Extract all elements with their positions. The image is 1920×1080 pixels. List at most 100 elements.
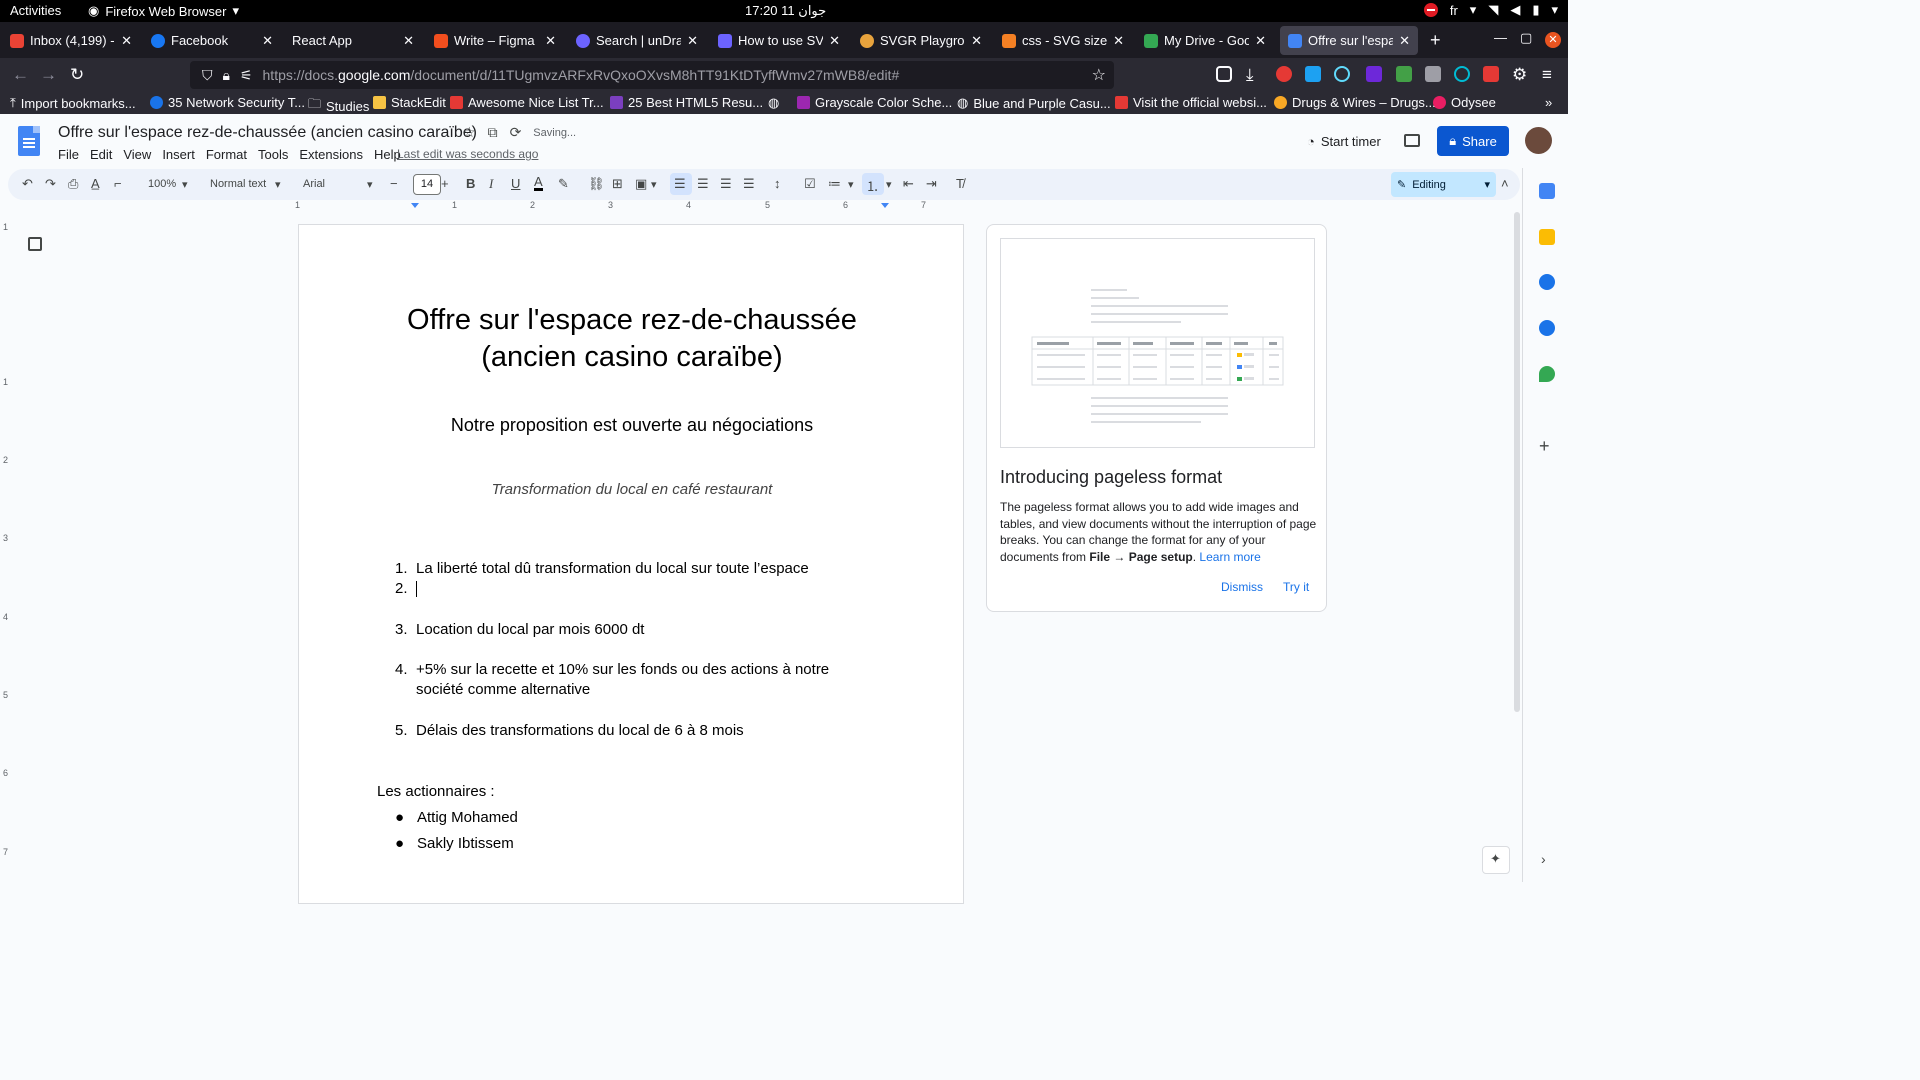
browser-tab[interactable]: React App ✕	[284, 26, 422, 55]
increase-font-size-button[interactable]: +	[441, 176, 449, 191]
bookmark-item[interactable]: ◍	[768, 95, 779, 111]
decrease-indent-icon[interactable]: ⇤	[903, 176, 914, 192]
browser-tab[interactable]: Write – Figma ✕	[426, 26, 564, 55]
document-italic-line[interactable]: Transformation du local en café restaura…	[299, 481, 965, 498]
extension-icon[interactable]	[1396, 66, 1412, 82]
browser-tab[interactable]: Search | unDraw ✕	[568, 26, 706, 55]
learn-more-link[interactable]: Learn more	[1199, 550, 1260, 564]
document-title[interactable]: Offre sur l'espace rez-de-chaussée (anci…	[58, 124, 477, 142]
close-icon[interactable]: ✕	[403, 33, 414, 49]
list-item[interactable]: ● Attig Mohamed	[395, 809, 518, 826]
bookmark-item[interactable]: ◍ Blue and Purple Casu...	[957, 95, 1111, 111]
bookmark-item[interactable]: ⤒ Import bookmarks...	[10, 95, 136, 111]
wifi-icon[interactable]: ◥	[1488, 2, 1498, 18]
browser-tab[interactable]: How to use SVGs i ✕	[710, 26, 848, 55]
start-timer-button[interactable]: ◔ Start timer	[1307, 134, 1381, 149]
close-icon[interactable]: ✕	[1113, 33, 1124, 49]
bookmark-item[interactable]: Drugs & Wires – Drugs...	[1274, 95, 1436, 110]
align-right-icon[interactable]: ☰	[720, 176, 732, 192]
app-menu[interactable]: ◉ Firefox Web Browser ▾	[88, 3, 239, 19]
browser-tab[interactable]: Facebook ✕	[143, 26, 281, 55]
extension-icon[interactable]	[1483, 66, 1499, 82]
list-item[interactable]: 2.	[395, 579, 417, 599]
align-center-icon[interactable]: ☰	[697, 176, 709, 192]
menu-edit[interactable]: Edit	[90, 147, 112, 162]
list-item[interactable]: ● Sakly Ibtissem	[395, 835, 514, 852]
bookmark-item[interactable]: 25 Best HTML5 Resu...	[610, 95, 763, 110]
language-indicator[interactable]: fr	[1450, 3, 1458, 18]
bookmark-star-icon[interactable]: ☆	[1092, 65, 1106, 85]
try-it-button[interactable]: Try it	[1283, 580, 1309, 594]
minimize-button[interactable]: —	[1494, 30, 1507, 45]
paint-format-icon[interactable]: ⌐	[114, 176, 122, 191]
document-heading[interactable]: Offre sur l'espace rez-de-chaussée (anci…	[299, 302, 965, 376]
editing-mode-select[interactable]: ✎ Editing ▾	[1391, 172, 1496, 197]
list-item[interactable]: 3. Location du local par mois 6000 dt	[395, 620, 644, 640]
align-left-icon[interactable]: ☰	[674, 176, 686, 192]
back-arrow-icon[interactable]: ←	[12, 65, 29, 85]
numbered-list-icon[interactable]: ⒈	[866, 176, 879, 195]
close-icon[interactable]: ✕	[121, 33, 132, 49]
shield-icon[interactable]: ⛉	[202, 67, 213, 84]
font-size-input[interactable]: 14	[413, 174, 441, 195]
hamburger-menu-icon[interactable]: ≡	[1542, 65, 1552, 85]
style-select[interactable]: Normal text	[210, 178, 266, 190]
close-window-button[interactable]: ✕	[1545, 32, 1561, 48]
close-icon[interactable]: ✕	[1255, 33, 1266, 49]
dismiss-button[interactable]: Dismiss	[1221, 580, 1263, 594]
permissions-icon[interactable]: ⚟	[240, 67, 253, 84]
lock-icon[interactable]: 🔒︎	[223, 67, 230, 84]
do-not-disturb-icon[interactable]	[1423, 3, 1438, 17]
close-icon[interactable]: ✕	[545, 33, 556, 49]
underline-icon[interactable]: U	[511, 176, 520, 191]
scrollbar[interactable]	[1514, 212, 1520, 712]
document-outline-icon[interactable]	[28, 237, 42, 251]
chevron-up-icon[interactable]: ˄	[1501, 176, 1509, 191]
chevron-right-icon[interactable]: ›	[1541, 851, 1546, 867]
system-tray[interactable]: fr ▾ ◥ ◀ ▮ ▾	[1423, 2, 1558, 18]
battery-icon[interactable]: ▮	[1532, 2, 1539, 18]
undo-icon[interactable]: ↶	[22, 176, 33, 192]
spellcheck-icon[interactable]: A̲	[91, 176, 100, 191]
right-indent-marker-icon[interactable]	[881, 203, 889, 208]
new-tab-button[interactable]: +	[1430, 30, 1441, 51]
volume-icon[interactable]: ◀	[1510, 2, 1520, 18]
bulleted-list-icon[interactable]: ≔	[828, 176, 841, 192]
menu-extensions[interactable]: Extensions	[299, 147, 363, 162]
vertical-ruler[interactable]: 1 1 2 3 4 5 6 7	[0, 212, 12, 882]
bookmark-item[interactable]: StackEdit	[373, 95, 446, 110]
tasks-icon[interactable]	[1539, 274, 1555, 290]
comment-add-icon[interactable]: ⊞	[612, 176, 623, 192]
document-subtitle[interactable]: Notre proposition est ouverte au négocia…	[299, 415, 965, 436]
bookmark-item[interactable]: Odysee	[1433, 95, 1496, 110]
react-devtools-icon[interactable]	[1334, 66, 1350, 82]
clear-formatting-icon[interactable]: T̸	[956, 176, 964, 191]
browser-tab[interactable]: css - SVG size in re ✕	[994, 26, 1132, 55]
last-edit-link[interactable]: Last edit was seconds ago	[397, 147, 538, 161]
list-item[interactable]: 4. +5% sur la recette et 10% sur les fond…	[395, 660, 829, 698]
italic-icon[interactable]: I	[489, 176, 493, 192]
add-addon-icon[interactable]: +	[1539, 436, 1550, 457]
bold-icon[interactable]: B	[466, 176, 475, 191]
close-icon[interactable]: ✕	[262, 33, 273, 49]
extension-icon[interactable]	[1454, 66, 1470, 82]
checklist-icon[interactable]: ☑	[804, 176, 816, 192]
indent-marker-icon[interactable]	[411, 203, 419, 208]
bookmark-item[interactable]: Grayscale Color Sche...	[797, 95, 952, 110]
forward-arrow-icon[interactable]: →	[40, 65, 57, 85]
keep-icon[interactable]	[1539, 229, 1555, 245]
downloads-icon[interactable]: ⤓	[1246, 65, 1254, 85]
zoom-select[interactable]: 100%	[148, 178, 176, 190]
close-icon[interactable]: ✕	[971, 33, 982, 49]
menu-view[interactable]: View	[123, 147, 151, 162]
list-item[interactable]: 1. La liberté total dû transformation du …	[395, 559, 809, 579]
menu-insert[interactable]: Insert	[162, 147, 195, 162]
star-icon[interactable]: ☆	[463, 124, 476, 141]
browser-tab[interactable]: My Drive - Google ✕	[1136, 26, 1274, 55]
browser-tab-active[interactable]: Offre sur l'espace ✕	[1280, 26, 1418, 55]
highlight-icon[interactable]: ✎	[558, 176, 569, 192]
line-spacing-icon[interactable]: ↕	[774, 176, 781, 191]
print-icon[interactable]: ⎙	[68, 176, 78, 192]
browser-tab[interactable]: Inbox (4,199) - att ✕	[2, 26, 140, 55]
image-icon[interactable]: ▣	[635, 176, 647, 192]
